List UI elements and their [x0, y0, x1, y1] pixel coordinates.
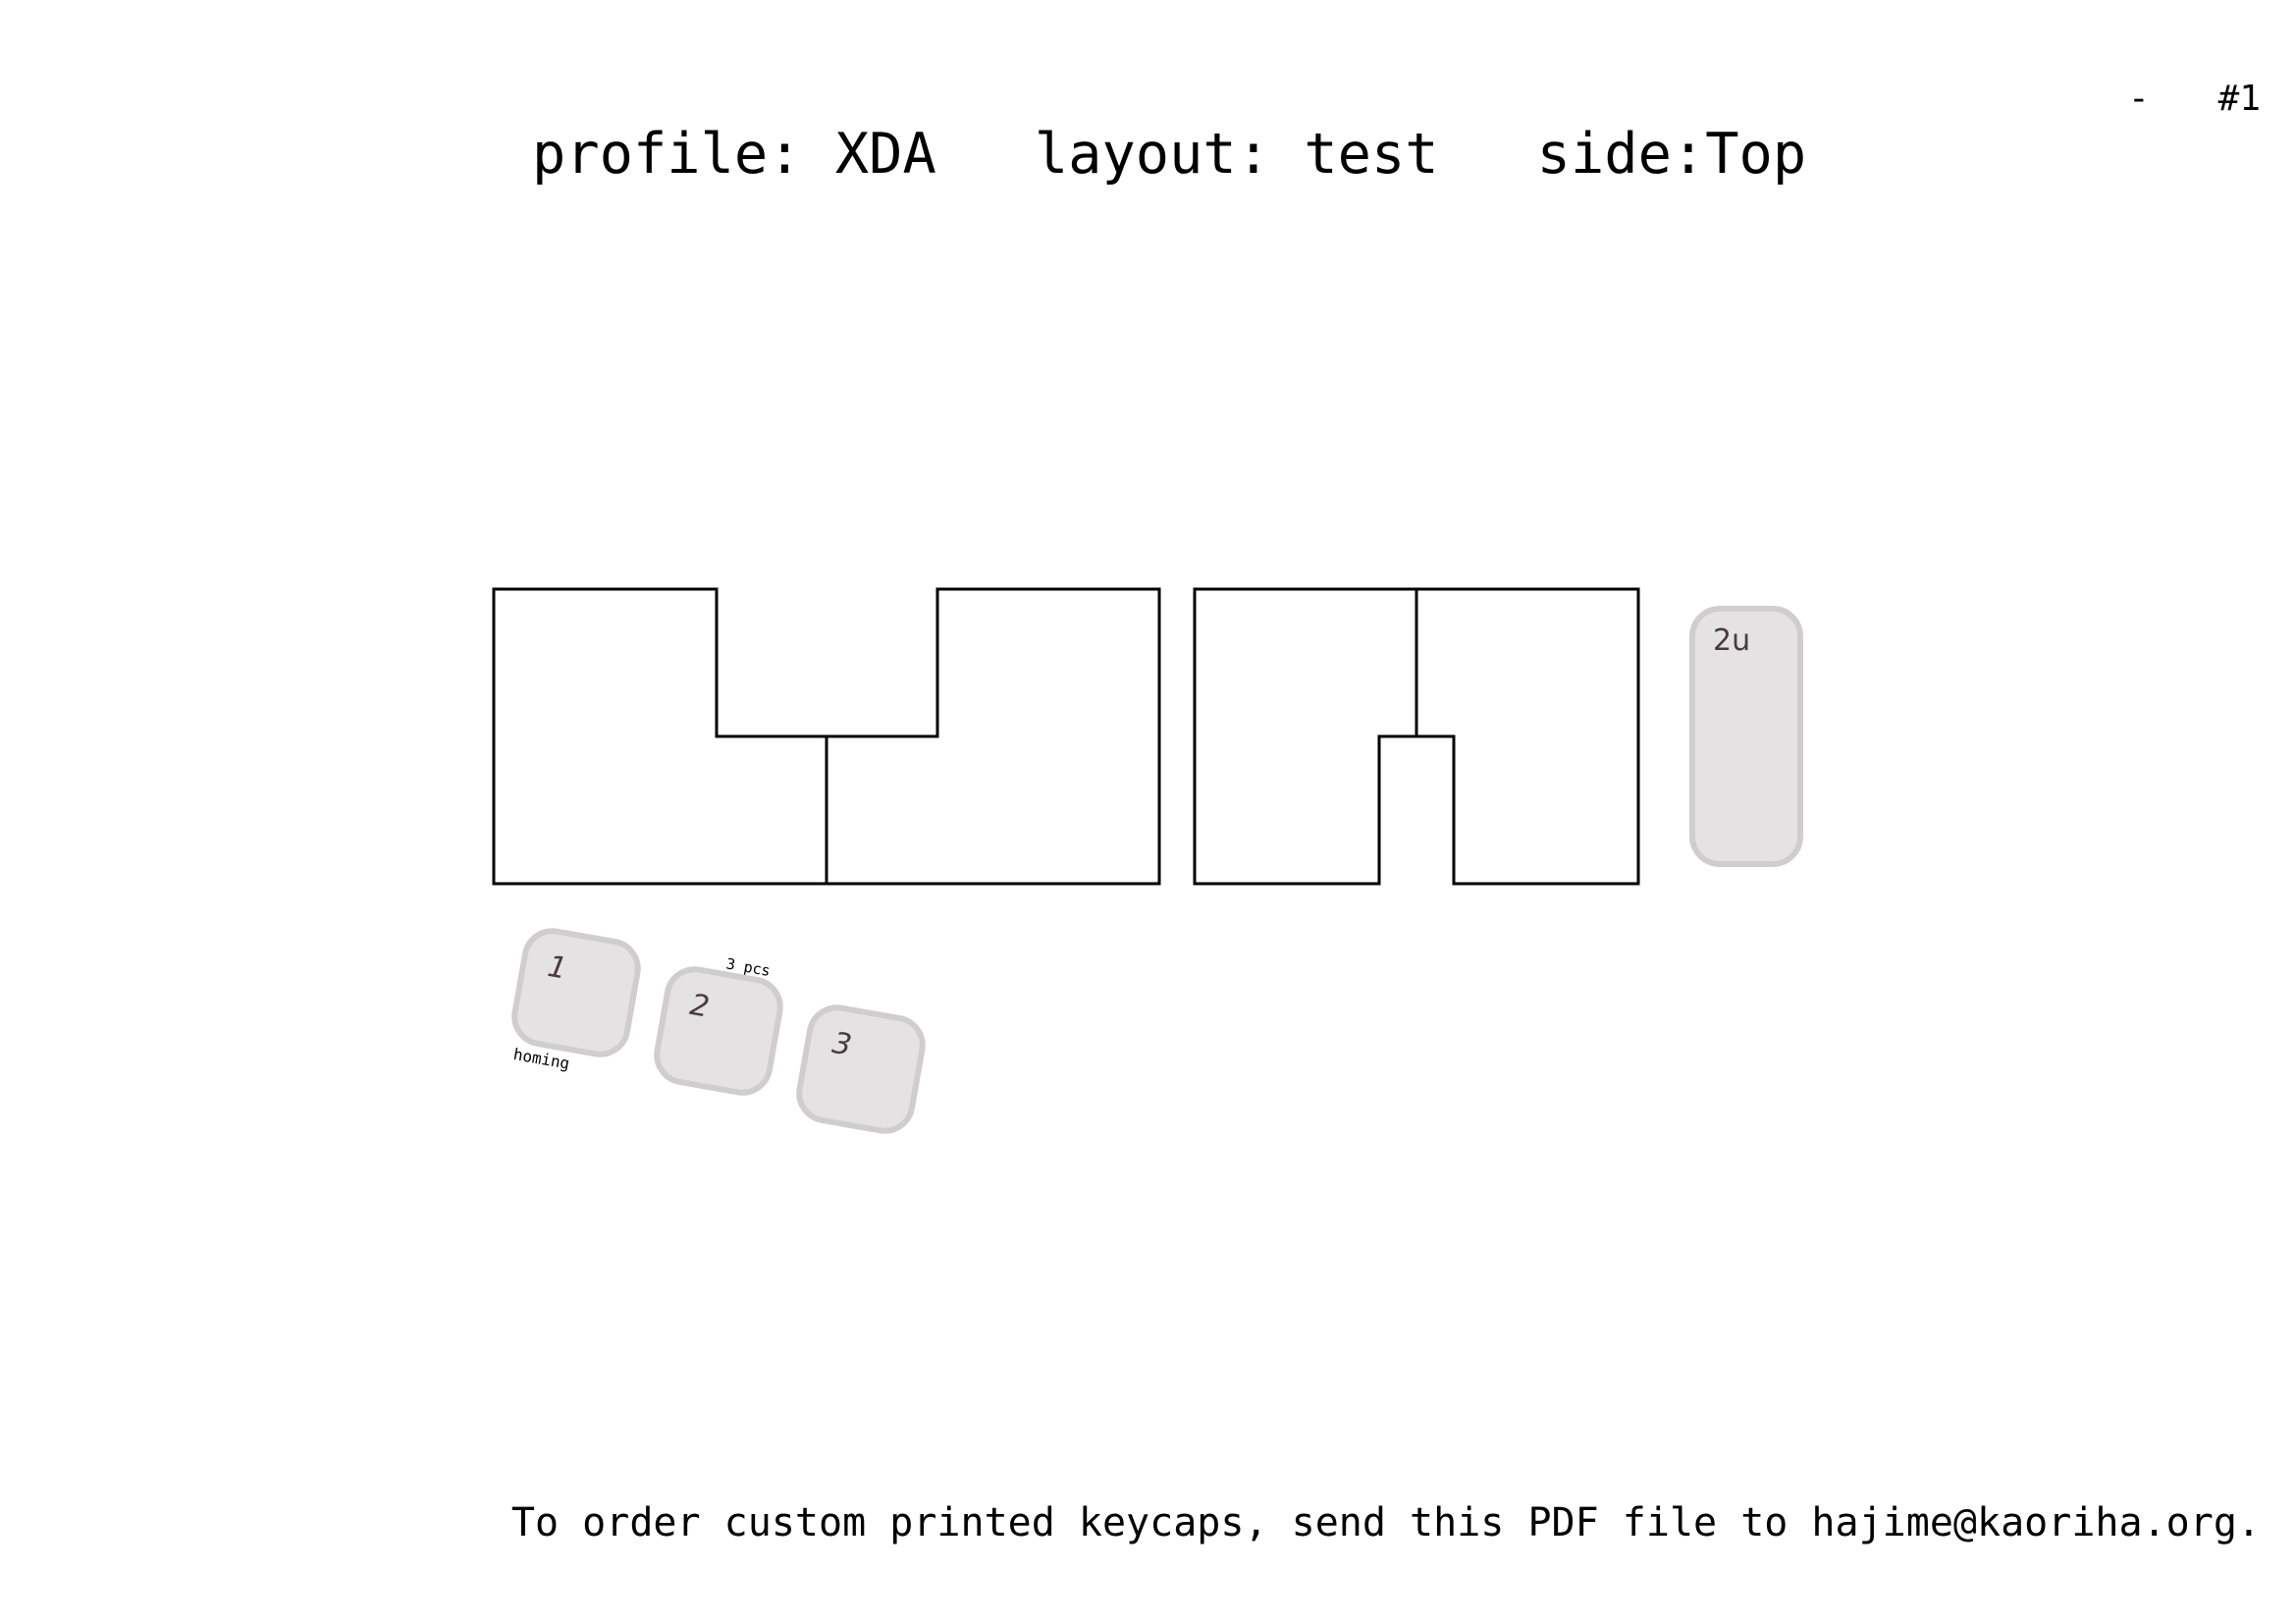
keycap-1-body [511, 928, 641, 1057]
keycap-sheet: 1 homing 2 3 pcs 3 2u [492, 587, 1803, 1134]
keycap-3-body [796, 1004, 926, 1134]
keycap-2-body [654, 966, 783, 1096]
keycap-2: 2 3 pcs [654, 954, 783, 1096]
keycap-2u-legend: 2u [1713, 623, 1750, 658]
keycap-1: 1 homing [511, 928, 641, 1073]
keycap-2u: 2u [1689, 606, 1803, 867]
order-notice: To order custom printed keycaps, send th… [510, 1500, 2261, 1545]
keycap-3: 3 [796, 1004, 926, 1134]
layout-outline-left [492, 587, 1161, 886]
layout-outline-right [1193, 587, 1640, 886]
